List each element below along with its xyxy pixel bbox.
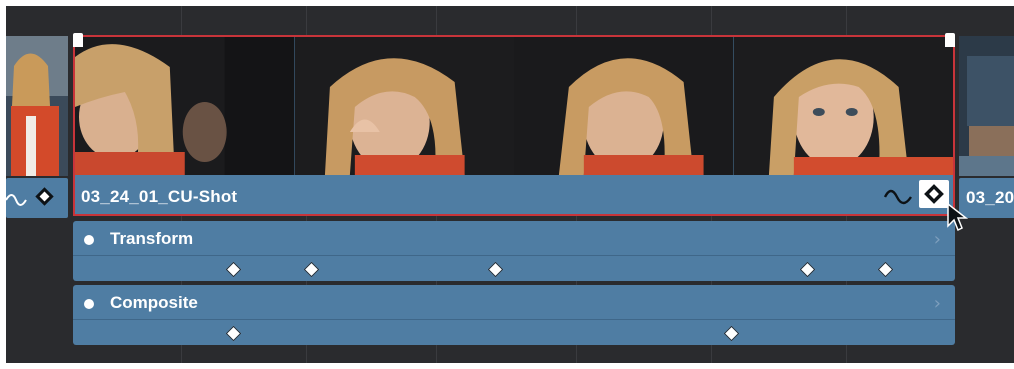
keyframe-marker[interactable] — [799, 261, 816, 278]
clip-thumbnail — [75, 37, 295, 175]
keyframe-track-composite[interactable]: Composite › — [73, 285, 955, 345]
timeline-panel: 03_24_01_CU-Shot 03_20 Transform › Compo… — [6, 6, 1014, 363]
track-keyframe-lane — [73, 320, 955, 345]
chevron-right-icon[interactable]: › — [934, 293, 941, 314]
clip-left-thumbnail — [6, 36, 68, 176]
clip-right[interactable]: 03_20 — [959, 36, 1014, 222]
keyframe-marker[interactable] — [877, 261, 894, 278]
curve-icon — [883, 189, 912, 205]
curve-icon — [6, 194, 27, 206]
keyframe-marker[interactable] — [723, 325, 740, 342]
keyframe-track-transform[interactable]: Transform › — [73, 221, 955, 281]
clip-trim-handle-left[interactable] — [73, 33, 83, 47]
curve-button[interactable] — [883, 183, 913, 207]
clip-right-label: 03_20 — [966, 188, 1014, 207]
clip-left[interactable] — [6, 36, 68, 222]
track-header[interactable]: Transform › — [73, 221, 955, 257]
keyframe-marker[interactable] — [487, 261, 504, 278]
keyframe-diamond-icon — [924, 184, 944, 204]
track-enable-dot[interactable] — [84, 299, 94, 309]
clip-thumbnail-strip — [75, 37, 953, 175]
clip-thumbnail — [294, 37, 514, 175]
selected-clip[interactable]: 03_24_01_CU-Shot — [73, 35, 955, 216]
mouse-pointer-icon — [947, 202, 968, 232]
clip-info-bar[interactable]: 03_24_01_CU-Shot — [75, 177, 953, 214]
track-keyframe-lane — [73, 256, 955, 281]
track-label: Transform — [110, 229, 194, 248]
clip-name-label: 03_24_01_CU-Shot — [81, 187, 238, 206]
track-enable-dot[interactable] — [84, 235, 94, 245]
keyframe-diamond-icon — [35, 187, 54, 206]
keyframe-marker[interactable] — [303, 261, 320, 278]
track-label: Composite — [110, 293, 198, 312]
clip-thumbnail — [733, 37, 953, 175]
clip-thumbnail — [514, 37, 734, 175]
track-header[interactable]: Composite › — [73, 285, 955, 321]
clip-right-thumbnail — [959, 36, 1014, 176]
keyframe-marker[interactable] — [225, 325, 242, 342]
clip-trim-handle-right[interactable] — [945, 33, 955, 47]
clip-left-bar — [6, 178, 68, 218]
keyframe-marker[interactable] — [225, 261, 242, 278]
chevron-right-icon[interactable]: › — [934, 229, 941, 250]
keyframe-toggle-button[interactable] — [919, 180, 949, 208]
